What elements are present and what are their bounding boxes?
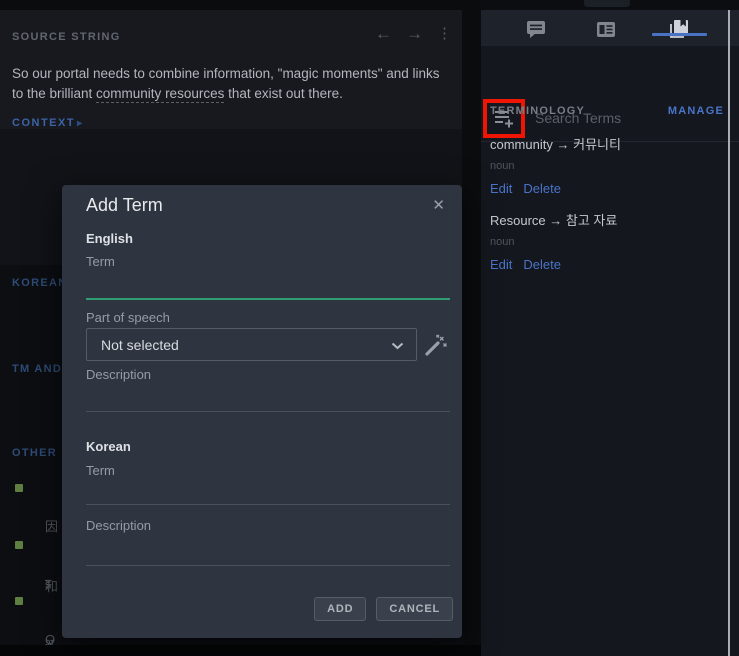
korean-heading: Korean: [86, 439, 131, 454]
modal-title: Add Term: [86, 195, 163, 216]
term-pair: Resource → 참고 자료: [490, 210, 725, 229]
tab-glossary[interactable]: [658, 17, 698, 41]
right-sidebar: TERMINOLOGY MANAGE community → 커뮤니티 noun…: [481, 0, 739, 656]
glossary-book-icon: [668, 19, 689, 39]
part-of-speech-label: Part of speech: [86, 310, 170, 325]
terminology-header: TERMINOLOGY: [490, 105, 585, 117]
arrow-icon: →: [549, 213, 562, 228]
context-link[interactable]: CONTEXT▸: [12, 117, 82, 129]
delete-term-link[interactable]: Delete: [523, 257, 561, 272]
close-icon[interactable]: ✕: [432, 196, 445, 214]
korean-description-label: Description: [86, 518, 151, 533]
glossary-search-row: [481, 46, 739, 95]
part-of-speech-value: Not selected: [101, 337, 179, 353]
term-pos-badge: noun: [490, 160, 725, 172]
bottom-strip: [0, 645, 481, 656]
english-description-label: Description: [86, 367, 151, 382]
english-term-label: Term: [86, 254, 115, 269]
term-entry: community → 커뮤니티 noun Edit Delete: [490, 134, 725, 196]
scrollbar[interactable]: [728, 10, 730, 656]
chevron-down-icon: [391, 342, 404, 350]
source-string-panel: SOURCE STRING ← → ⋮ So our portal needs …: [0, 10, 462, 129]
english-term-input[interactable]: [86, 270, 450, 300]
previous-segment-icon[interactable]: ←: [375, 23, 392, 45]
match-status-bullet: [15, 541, 23, 549]
arrow-icon: →: [556, 137, 569, 152]
tab-revisions[interactable]: [586, 17, 626, 41]
modal-button-row: ADD CANCEL: [314, 597, 453, 621]
term-pos-badge: noun: [490, 236, 725, 248]
source-text-part2: that exist out there.: [224, 86, 343, 101]
manage-link[interactable]: MANAGE: [668, 105, 724, 117]
korean-description-input[interactable]: [86, 536, 450, 566]
app-window: SOURCE STRING ← → ⋮ So our portal needs …: [0, 0, 739, 656]
english-heading: English: [86, 231, 133, 246]
source-string-label: SOURCE STRING: [12, 31, 121, 43]
more-options-icon[interactable]: ⋮: [437, 23, 452, 45]
cancel-button[interactable]: CANCEL: [376, 597, 453, 621]
top-strip-pill: [584, 0, 630, 7]
korean-term-input[interactable]: [86, 475, 450, 505]
match-status-bullet: [15, 484, 23, 492]
match-status-bullet: [15, 597, 23, 605]
add-button[interactable]: ADD: [314, 597, 366, 621]
article-icon: [596, 21, 616, 38]
term-pair: community → 커뮤니티: [490, 134, 725, 153]
context-arrow-icon: ▸: [77, 118, 82, 129]
delete-term-link[interactable]: Delete: [523, 181, 561, 196]
term-entry: Resource → 참고 자료 noun Edit Delete: [490, 210, 725, 272]
segment-nav: ← → ⋮: [375, 23, 452, 45]
part-of-speech-select[interactable]: Not selected: [86, 328, 417, 361]
add-term-modal: Add Term ✕ English Term Part of speech N…: [62, 185, 462, 638]
sidebar-top-strip: [481, 0, 739, 10]
edit-term-link[interactable]: Edit: [490, 257, 512, 272]
source-text: So our portal needs to combine informati…: [12, 64, 454, 103]
sidebar-tabbar: [481, 10, 739, 46]
glossary-term-highlight[interactable]: community resources: [96, 86, 224, 103]
comment-icon: [526, 20, 546, 39]
magic-wand-icon[interactable]: [424, 333, 448, 357]
active-tab-indicator: [652, 33, 707, 36]
tab-comments[interactable]: [516, 17, 556, 41]
next-segment-icon[interactable]: →: [406, 23, 423, 45]
english-description-input[interactable]: [86, 382, 450, 412]
edit-term-link[interactable]: Edit: [490, 181, 512, 196]
